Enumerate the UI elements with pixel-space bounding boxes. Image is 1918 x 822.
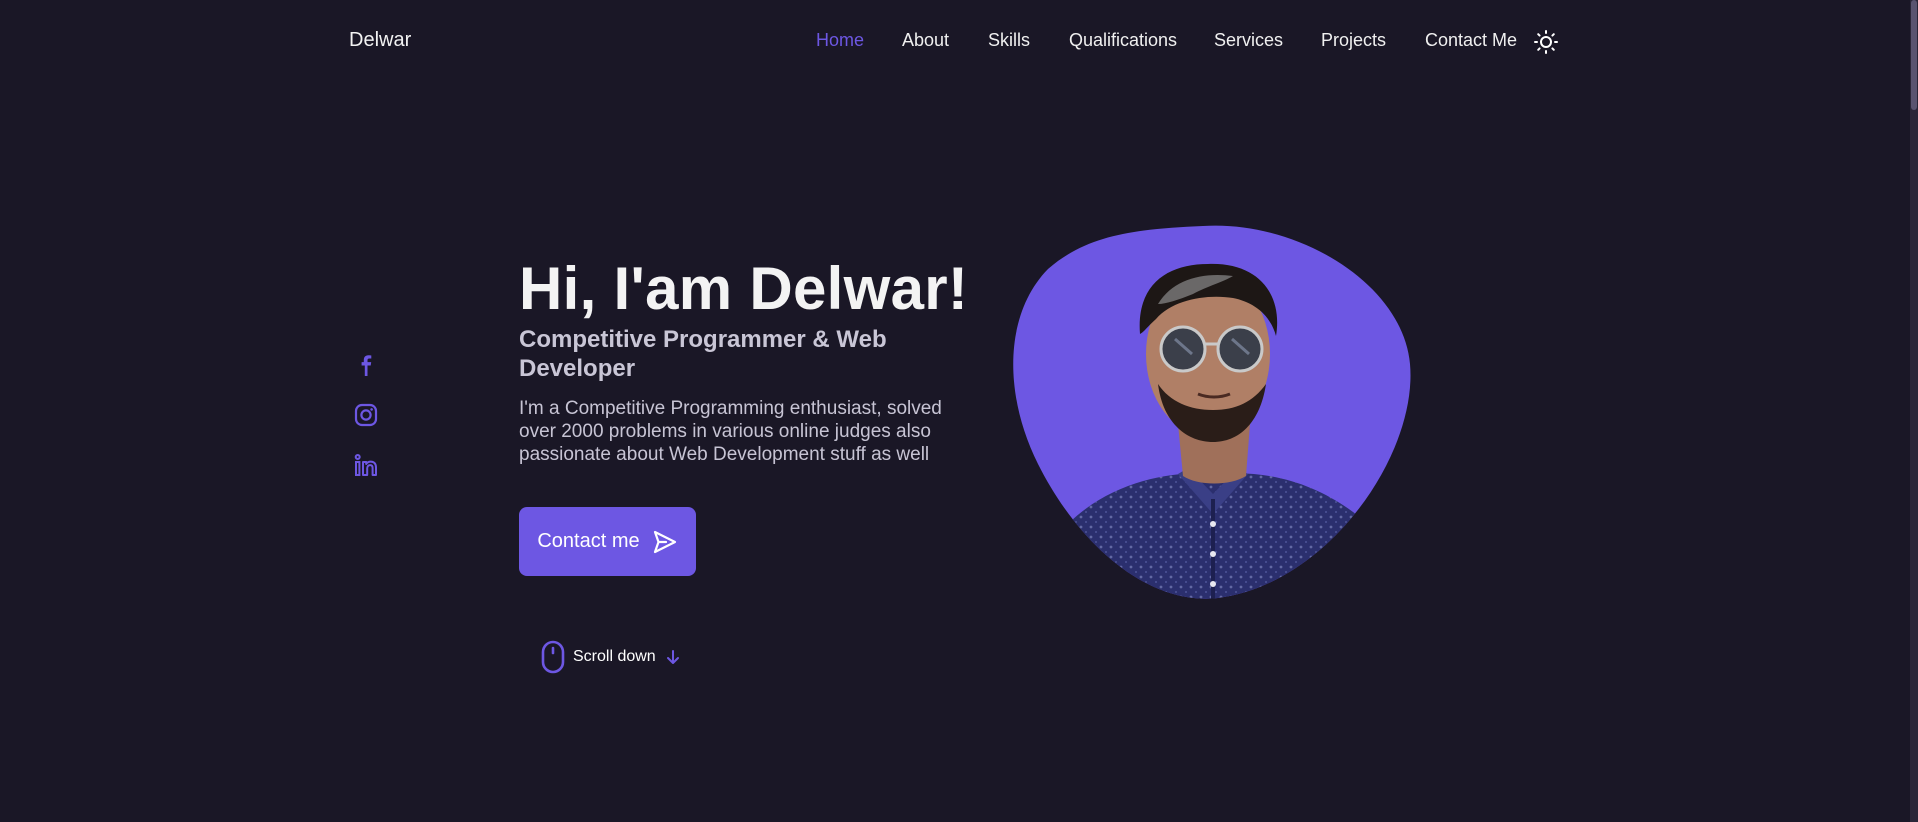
scroll-down-link[interactable]: Scroll down <box>541 640 682 674</box>
instagram-icon <box>354 403 378 427</box>
main-nav: Home About Skills Qualifications Service… <box>0 30 1918 54</box>
nav-contact-me[interactable]: Contact Me <box>1425 30 1517 51</box>
nav-home[interactable]: Home <box>816 30 864 51</box>
send-icon <box>653 530 676 553</box>
facebook-link[interactable] <box>353 352 379 378</box>
linkedin-icon <box>354 454 377 476</box>
theme-toggle-button[interactable] <box>1533 29 1559 55</box>
nav-qualifications[interactable]: Qualifications <box>1069 30 1177 51</box>
mouse-icon <box>541 640 565 674</box>
nav-about[interactable]: About <box>902 30 949 51</box>
hero-title: Hi, I'am Delwar! <box>519 255 969 322</box>
instagram-link[interactable] <box>353 402 379 428</box>
page-scrollbar[interactable] <box>1910 0 1918 822</box>
nav-skills[interactable]: Skills <box>988 30 1030 51</box>
linkedin-link[interactable] <box>353 452 379 478</box>
scroll-down-label: Scroll down <box>573 648 656 665</box>
portfolio-page: Delwar Home About Skills Qualifications … <box>0 0 1918 822</box>
nav-projects[interactable]: Projects <box>1321 30 1386 51</box>
hero-subtitle: Competitive Programmer & Web Developer <box>519 326 887 382</box>
sun-icon <box>1534 30 1558 54</box>
hero-description: I'm a Competitive Programming enthusiast… <box>519 398 942 465</box>
profile-photo <box>1013 225 1411 599</box>
nav-services[interactable]: Services <box>1214 30 1283 51</box>
contact-me-label: Contact me <box>537 530 640 552</box>
facebook-icon <box>361 355 372 376</box>
site-header: Delwar Home About Skills Qualifications … <box>0 0 1918 82</box>
contact-me-button[interactable]: Contact me <box>519 507 696 576</box>
scrollbar-thumb[interactable] <box>1911 0 1917 110</box>
arrow-down-icon <box>666 650 679 664</box>
